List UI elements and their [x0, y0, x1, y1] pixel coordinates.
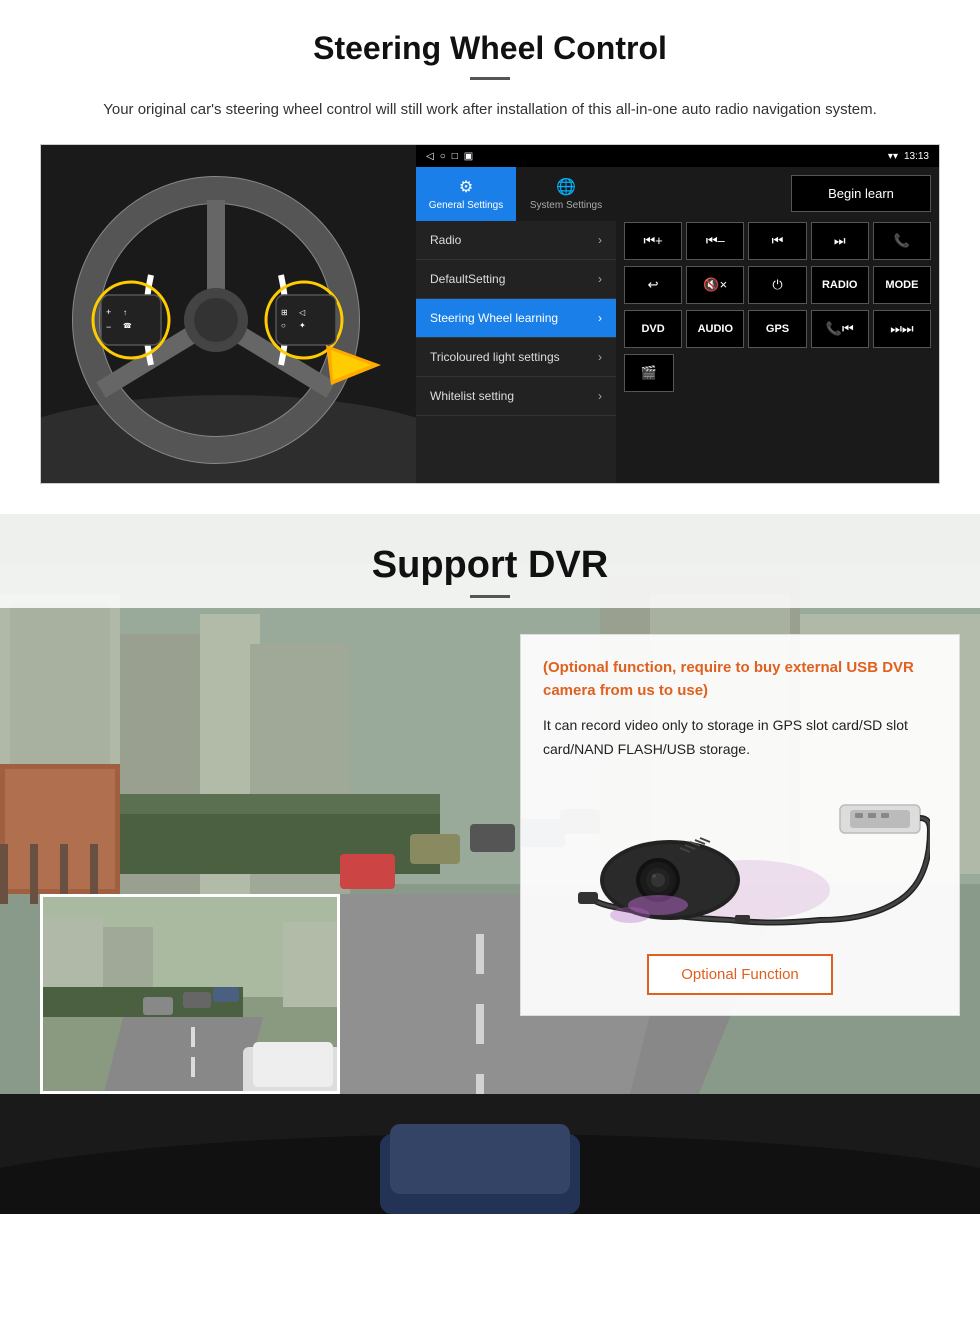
begin-learn-row: Begin learn	[624, 175, 931, 212]
ctrl-phone-next[interactable]: ⏭⏭	[873, 310, 931, 348]
cast-icon: ▣	[464, 151, 473, 162]
steering-title-divider	[470, 77, 510, 80]
recents-nav-icon: □	[452, 151, 458, 162]
ctrl-row-2: ↩ 🔇× ⏻ RADIO MODE	[624, 266, 931, 304]
menu-item-steering-label: Steering Wheel learning	[430, 311, 558, 325]
android-controls: Begin learn ⏮+ ⏮– ⏮ ⏭ 📞 ↩ 🔇× ⏻	[616, 167, 939, 483]
tab-general-label: General Settings	[429, 200, 504, 211]
steering-title: Steering Wheel Control	[40, 30, 940, 67]
steering-section: Steering Wheel Control Your original car…	[0, 0, 980, 504]
dvr-thumb-svg	[43, 897, 340, 1094]
menu-arrow-steering: ›	[598, 311, 602, 325]
ctrl-vol-down[interactable]: ⏮–	[686, 222, 744, 260]
menu-item-whitelist[interactable]: Whitelist setting ›	[416, 377, 616, 416]
menu-item-radio[interactable]: Radio ›	[416, 221, 616, 260]
ctrl-row-3: DVD AUDIO GPS 📞⏮ ⏭⏭	[624, 310, 931, 348]
menu-item-whitelist-label: Whitelist setting	[430, 389, 514, 403]
dvr-camera-image	[543, 778, 937, 938]
svg-text:◁: ◁	[299, 308, 306, 317]
ctrl-power[interactable]: ⏻	[748, 266, 806, 304]
ctrl-mode[interactable]: MODE	[873, 266, 931, 304]
ctrl-camera[interactable]: 🎬	[624, 354, 674, 392]
dvr-title-overlay: Support DVR	[0, 514, 980, 608]
ctrl-back[interactable]: ↩	[624, 266, 682, 304]
ctrl-row-4: 🎬	[624, 354, 931, 392]
dvr-title: Support DVR	[0, 544, 980, 587]
dvr-background: Support DVR	[0, 514, 980, 1214]
begin-learn-button[interactable]: Begin learn	[791, 175, 931, 212]
steering-photo: + − ↑ ☎ ⊞ ○ ◁ ✦	[41, 145, 416, 484]
steering-subtitle: Your original car's steering wheel contr…	[60, 98, 920, 122]
dvr-info-card: (Optional function, require to buy exter…	[520, 634, 960, 1016]
tab-system-label: System Settings	[530, 200, 602, 211]
optional-function-button[interactable]: Optional Function	[647, 954, 833, 995]
ctrl-row-1: ⏮+ ⏮– ⏮ ⏭ 📞	[624, 222, 931, 260]
menu-tab-header: ⚙ General Settings 🌐 System Settings	[416, 167, 616, 221]
statusbar-right-icons: ▾▾ 13:13	[888, 151, 929, 162]
menu-item-tricoloured-label: Tricoloured light settings	[430, 350, 560, 364]
back-nav-icon: ◁	[426, 151, 434, 162]
status-time: 13:13	[904, 151, 929, 162]
ctrl-radio[interactable]: RADIO	[811, 266, 869, 304]
globe-icon: 🌐	[556, 177, 576, 197]
dvr-title-divider	[470, 595, 510, 598]
dvr-thumbnail	[40, 894, 340, 1094]
menu-arrow-tricoloured: ›	[598, 350, 602, 364]
tab-general-settings[interactable]: ⚙ General Settings	[416, 167, 516, 221]
ctrl-gps[interactable]: GPS	[748, 310, 806, 348]
ctrl-phone[interactable]: 📞	[873, 222, 931, 260]
svg-text:−: −	[106, 322, 111, 332]
ctrl-audio[interactable]: AUDIO	[686, 310, 744, 348]
home-nav-icon: ○	[440, 151, 446, 162]
signal-icon: ▾▾	[888, 151, 898, 162]
menu-arrow-whitelist: ›	[598, 389, 602, 403]
menu-arrow-defaultsetting: ›	[598, 272, 602, 286]
steering-wheel-svg: + − ↑ ☎ ⊞ ○ ◁ ✦	[41, 145, 416, 484]
dvr-thumbnail-scene	[43, 897, 337, 1091]
gear-icon: ⚙	[459, 177, 473, 197]
dvr-section: Support DVR	[0, 514, 980, 1214]
android-content: ⚙ General Settings 🌐 System Settings Rad…	[416, 167, 939, 483]
menu-arrow-radio: ›	[598, 233, 602, 247]
ctrl-prev-track[interactable]: ⏮	[748, 222, 806, 260]
ctrl-dvd[interactable]: DVD	[624, 310, 682, 348]
ctrl-phone-prev[interactable]: 📞⏮	[811, 310, 869, 348]
svg-text:○: ○	[281, 321, 286, 330]
svg-text:↑: ↑	[123, 308, 127, 317]
ctrl-mute[interactable]: 🔇×	[686, 266, 744, 304]
dvr-optional-note: (Optional function, require to buy exter…	[543, 657, 937, 702]
ctrl-vol-up[interactable]: ⏮+	[624, 222, 682, 260]
svg-text:✦: ✦	[299, 321, 306, 330]
menu-item-defaultsetting-label: DefaultSetting	[430, 272, 505, 286]
android-menu: ⚙ General Settings 🌐 System Settings Rad…	[416, 167, 616, 483]
dvr-description: It can record video only to storage in G…	[543, 714, 937, 762]
svg-text:⊞: ⊞	[281, 308, 288, 317]
menu-item-tricoloured[interactable]: Tricoloured light settings ›	[416, 338, 616, 377]
menu-item-radio-label: Radio	[430, 233, 461, 247]
menu-item-defaultsetting[interactable]: DefaultSetting ›	[416, 260, 616, 299]
android-panel: ◁ ○ □ ▣ ▾▾ 13:13 ⚙ General	[416, 145, 939, 483]
statusbar-left-icons: ◁ ○ □ ▣	[426, 151, 473, 162]
android-statusbar: ◁ ○ □ ▣ ▾▾ 13:13	[416, 145, 939, 167]
menu-item-steering-wheel[interactable]: Steering Wheel learning ›	[416, 299, 616, 338]
svg-text:+: +	[106, 307, 111, 317]
tab-system-settings[interactable]: 🌐 System Settings	[516, 167, 616, 221]
dvr-camera-svg	[550, 780, 930, 935]
ctrl-next-track[interactable]: ⏭	[811, 222, 869, 260]
steering-composite: + − ↑ ☎ ⊞ ○ ◁ ✦ ◁ ○	[40, 144, 940, 484]
svg-text:☎: ☎	[123, 322, 132, 330]
